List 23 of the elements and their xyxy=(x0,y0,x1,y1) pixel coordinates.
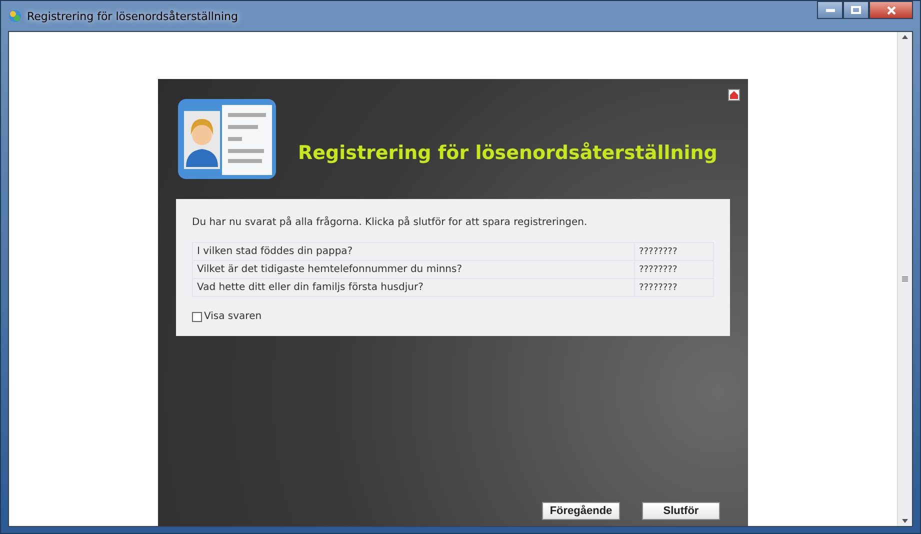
wizard-button[interactable]: Föregående xyxy=(542,502,620,520)
window-title: Registrering för lösenordsåterställning xyxy=(27,10,238,22)
answer-cell: ???????? xyxy=(634,260,714,278)
question-cell: I vilken stad föddes din pappa? xyxy=(192,242,634,260)
close-button[interactable] xyxy=(869,1,913,19)
minimize-icon xyxy=(826,8,834,12)
question-cell: Vad hette ditt eller din familjs första husdjur? xyxy=(192,278,634,296)
minimize-button[interactable] xyxy=(817,1,843,19)
contact-card-icon xyxy=(176,97,278,181)
scroll-grip-icon[interactable] xyxy=(902,276,908,282)
maximize-button[interactable] xyxy=(843,1,869,19)
show-answers-checkbox[interactable] xyxy=(192,312,202,322)
question-cell: Vilket är det tidigaste hemtelefonnummer du minns? xyxy=(192,260,634,278)
checkbox-label: Visa svaren xyxy=(204,311,262,322)
close-icon xyxy=(886,6,896,14)
app-icon xyxy=(8,9,22,23)
answer-cell: ???????? xyxy=(634,278,714,296)
answer-cell: ???????? xyxy=(634,242,714,260)
wizard-button[interactable]: Slutför xyxy=(642,502,720,520)
intro-text: Du har nu svarat på alla frågorna. Klicka på slutför for att spara registreringen. xyxy=(192,217,588,228)
maximize-icon xyxy=(851,6,861,14)
home-icon[interactable] xyxy=(728,89,740,101)
wizard-title: Registrering för lösenordsåterställning xyxy=(298,142,718,164)
